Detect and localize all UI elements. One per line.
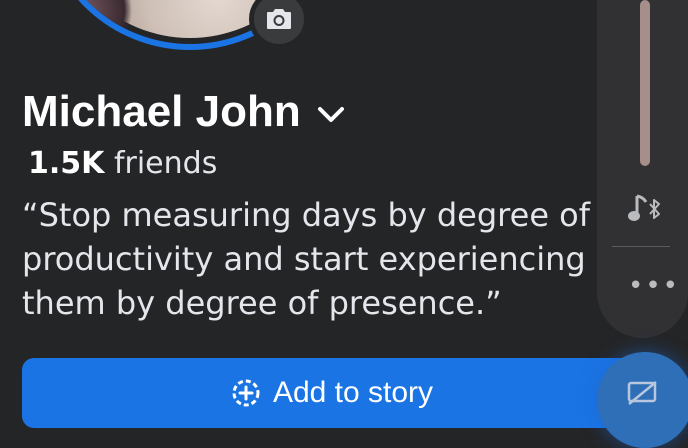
add-to-story-label: Add to story xyxy=(272,376,434,409)
profile-bio: “Stop measuring days by degree of produc… xyxy=(22,193,612,328)
friends-number: 1.5K xyxy=(28,146,105,181)
music-bluetooth-icon[interactable] xyxy=(627,190,665,226)
more-dots-icon[interactable]: ••• xyxy=(628,273,680,299)
friends-count[interactable]: 1.5K friends xyxy=(28,143,217,185)
cast-off-icon xyxy=(627,381,657,405)
scrollbar-thumb[interactable] xyxy=(640,0,650,166)
panel-divider xyxy=(612,246,670,247)
profile-name-row[interactable]: Michael John xyxy=(22,84,345,140)
friends-label: friends xyxy=(113,146,218,181)
change-photo-button[interactable] xyxy=(249,0,309,49)
camera-icon xyxy=(267,9,291,29)
bio-line: productivity and start experiencing xyxy=(22,240,586,278)
profile-name: Michael John xyxy=(22,87,301,136)
add-to-story-button[interactable]: Add to story xyxy=(22,358,642,428)
add-circle-icon xyxy=(232,379,260,407)
bio-line: them by degree of presence.” xyxy=(22,284,502,322)
chevron-down-icon[interactable] xyxy=(317,106,345,124)
bio-line: “Stop measuring days by degree of xyxy=(22,196,591,234)
avatar-hair xyxy=(52,0,142,38)
